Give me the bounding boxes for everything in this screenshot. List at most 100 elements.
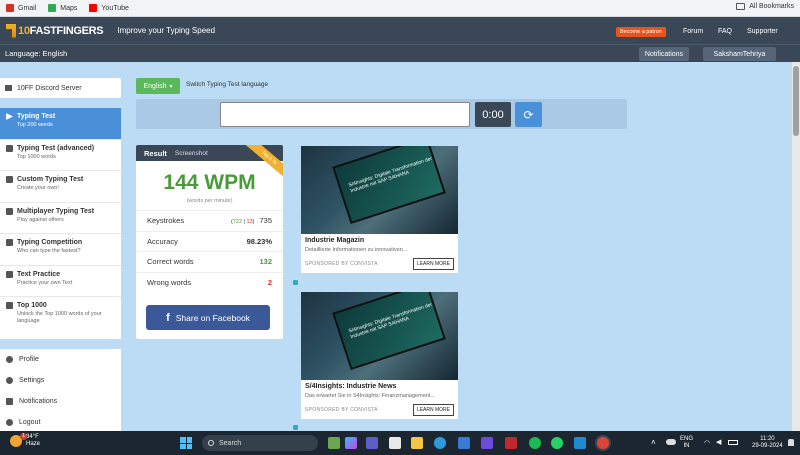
become-patron-button[interactable]: Become a patron [616,27,666,37]
test-language-dropdown[interactable]: English ▾ [136,78,180,94]
wrong-words-row: Wrong words 2 [136,271,283,293]
sidebar-item-notifications[interactable]: Notifications [0,391,121,412]
mcafee-icon[interactable] [505,437,517,449]
facebook-icon: f [166,311,170,324]
caret-down-icon: ▾ [169,83,173,90]
sidebar-item-typing-test-advanced[interactable]: Typing Test (advanced) Top 1000 words [0,140,121,171]
sub-header: Language: English Notifications SakshamT… [0,44,800,62]
vscode-icon[interactable] [574,437,586,449]
store-icon[interactable] [458,437,470,449]
notifications-icon[interactable] [788,439,794,446]
start-button[interactable] [180,437,192,449]
user-icon [6,356,13,363]
notifications-button[interactable]: Notifications [639,47,689,61]
teams-icon[interactable] [366,437,378,449]
document-icon [6,270,13,278]
youtube-icon [89,4,98,12]
fast-forward-icon [6,144,13,152]
tagline: Improve your Typing Speed [117,26,216,35]
accuracy-row: Accuracy 98.23% [136,230,283,252]
supporter-link[interactable]: Supporter [747,28,778,35]
folder-icon [736,3,746,10]
comment-icon [6,398,13,405]
cloud-icon[interactable] [666,439,676,445]
keystrokes-row: Keystrokes (722 | 13) 735 [136,210,283,231]
user-menu-button[interactable]: SakshamTehriya [703,47,776,61]
bookmarks-bar: Gmail Maps YouTube All Bookmarks [0,0,800,17]
page-scrollbar[interactable] [792,62,800,431]
bookmark-youtube[interactable]: YouTube [89,4,129,12]
file-explorer-icon[interactable] [411,437,423,449]
ad-image: S/4Insights: Digitale Transformation der… [301,292,458,380]
users-icon [6,207,13,215]
battery-icon[interactable] [728,440,738,445]
sidebar-item-profile[interactable]: Profile [0,349,121,370]
sidebar-item-text-practice[interactable]: Text Practice Practice your own Text [0,266,121,297]
logo-icon [6,23,16,38]
chrome-icon[interactable] [597,437,609,449]
typing-input[interactable] [220,102,470,127]
maps-icon [48,4,57,12]
spotify-icon[interactable] [529,437,541,449]
learn-more-button[interactable]: LEARN MORE [412,258,454,270]
copilot-icon[interactable] [345,437,357,449]
gmail-icon [6,4,14,12]
chevron-up-icon[interactable]: ˄ [651,438,656,447]
bar-chart-icon [6,302,13,309]
forum-link[interactable]: Forum [683,28,703,35]
faq-link[interactable]: FAQ [718,28,732,35]
edge-icon[interactable] [434,437,446,449]
task-view-icon[interactable] [328,437,340,449]
input-language[interactable]: ENG IN [680,436,693,450]
sidebar-item-top-1000[interactable]: Top 1000 Unlock the Top 1000 words of you… [0,297,121,329]
taskbar: 84°F Haze Search 1 ˄ ENG IN ◠ ◀ 11:20 29-09… [0,431,800,455]
language-selector[interactable]: Language: English [5,49,67,58]
logout-icon [6,419,13,426]
clock[interactable]: 11:20 29-09-2024 [752,436,783,450]
refresh-icon: ⟳ [523,107,534,122]
wpm-value: 144 WPM [163,171,256,194]
scrollbar-thumb[interactable] [793,66,799,136]
taskbar-search[interactable]: Search [202,435,318,451]
notification-badge: 1 [20,433,27,440]
trophy-icon [6,239,13,246]
wifi-icon[interactable]: ◠ [704,439,710,447]
adchoices-icon[interactable] [293,280,298,285]
ad-card[interactable]: S/4Insights: Digitale Transformation der… [301,146,458,273]
learn-more-button[interactable]: LEARN MORE [412,404,454,416]
ad-card[interactable]: S/4Insights: Digitale Transformation der… [301,292,458,419]
wpm-caption: (words per minute) [186,198,233,204]
megaphone-icon [5,85,12,91]
site-header: 10FASTFINGERS Improve your Typing Speed … [0,17,800,44]
gear-icon [6,377,13,384]
whatsapp-icon[interactable] [551,437,563,449]
screenshot-link[interactable]: Screenshot [175,150,208,157]
sidebar-item-competition[interactable]: Typing Competition Who can type the faste… [0,234,121,266]
app-icon[interactable] [481,437,493,449]
sidebar-item-typing-test[interactable]: Typing Test Top 200 words [0,108,121,140]
play-icon [6,113,13,120]
share-facebook-button[interactable]: f Share on Facebook [146,305,270,330]
discord-link[interactable]: 10FF Discord Server [0,78,121,98]
sidebar-menu: Typing Test Top 200 words Typing Test (ad… [0,108,121,339]
logo[interactable]: 10FASTFINGERS [6,23,104,38]
account-menu: Profile Settings Notifications Logout [0,349,121,431]
notepad-icon[interactable] [389,437,401,449]
ad-image: S/4Insights: Digitale Transformation der… [301,146,458,234]
sidebar-item-settings[interactable]: Settings [0,370,121,391]
sidebar-item-logout[interactable]: Logout [0,412,121,433]
reload-button[interactable]: ⟳ [515,102,542,127]
bookmark-gmail[interactable]: Gmail [6,4,36,12]
gears-icon [6,176,13,183]
switch-language-label: Switch Typing Test language [186,81,269,88]
sidebar-item-multiplayer[interactable]: Multiplayer Typing Test Play against othe… [0,203,121,234]
bookmark-maps[interactable]: Maps [48,4,77,12]
volume-icon[interactable]: ◀ [716,438,721,446]
all-bookmarks[interactable]: All Bookmarks [736,3,794,10]
adchoices-icon[interactable] [293,425,298,430]
result-card: Result Screenshot Top 1 % 144 WPM (words … [136,145,283,339]
timer: 0:00 [475,102,511,127]
search-icon [208,440,214,446]
sidebar-item-custom-typing-test[interactable]: Custom Typing Test Create your own! [0,171,121,203]
correct-words-row: Correct words 132 [136,251,283,272]
